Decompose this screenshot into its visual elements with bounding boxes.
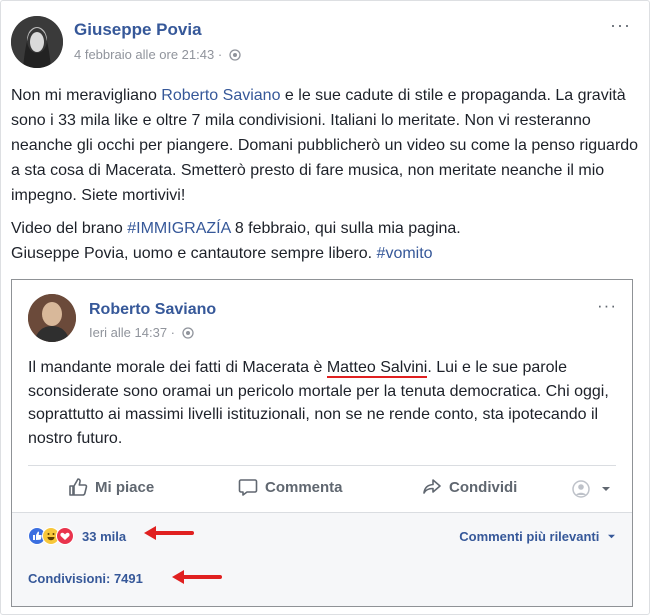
avatar[interactable]: [11, 16, 63, 68]
globe-icon: [229, 49, 241, 64]
hashtag-link[interactable]: #vomito: [377, 245, 433, 262]
post-card: Giuseppe Povia 4 febbraio alle ore 21:43…: [0, 0, 650, 615]
shared-body: Il mandante morale dei fatti di Macerata…: [28, 356, 618, 450]
share-arrow-icon: [422, 477, 442, 497]
comment-label: Commenta: [265, 478, 343, 496]
shares-count[interactable]: Condivisioni: 7491: [28, 571, 143, 586]
chevron-down-icon: [601, 485, 611, 493]
post-author[interactable]: Giuseppe Povia: [74, 20, 202, 40]
reactions-count[interactable]: 33 mila: [82, 529, 126, 544]
post-paragraph-1: Non mi meravigliano Roberto Saviano e le…: [11, 83, 641, 208]
shared-author[interactable]: Roberto Saviano: [89, 301, 216, 319]
thumbs-up-icon: [68, 477, 88, 497]
highlighted-name[interactable]: Matteo Salvini: [326, 359, 428, 378]
share-label: Condividi: [449, 478, 518, 496]
reaction-selector[interactable]: [572, 480, 611, 498]
text: Giuseppe Povia, uomo e cantautore sempre…: [11, 245, 377, 262]
profile-icon: [572, 480, 594, 498]
timestamp-text[interactable]: 4 febbraio alle ore 21:43 ·: [74, 47, 222, 62]
comments-sort-dropdown[interactable]: Commenti più rilevanti: [459, 528, 616, 544]
hashtag-link[interactable]: #IMMIGRAZÍA: [127, 220, 230, 237]
post-paragraph-2: Video del brano #IMMIGRAZÍA 8 febbraio, …: [11, 216, 641, 266]
text: Video del brano: [11, 220, 128, 237]
text: 8 febbraio, qui sulla mia pagina.: [230, 220, 461, 237]
profile-link[interactable]: Roberto Saviano: [161, 87, 280, 104]
post-timestamp[interactable]: 4 febbraio alle ore 21:43 ·: [74, 47, 241, 64]
avatar[interactable]: [28, 294, 76, 342]
post-body: Non mi meravigliano Roberto Saviano e le…: [11, 83, 641, 274]
shared-timestamp[interactable]: Ieri alle 14:37 ·: [89, 325, 194, 342]
shared-post: Roberto Saviano Ieri alle 14:37 · ··· Il…: [11, 279, 633, 607]
like-button[interactable]: Mi piace: [68, 477, 154, 497]
share-button[interactable]: Condividi: [422, 477, 517, 497]
action-bar: Mi piace Commenta Condividi: [12, 468, 632, 508]
red-arrow-icon: [172, 570, 222, 584]
globe-icon: [181, 327, 194, 342]
like-label: Mi piace: [95, 478, 155, 496]
comments-sort-label: Commenti più rilevanti: [459, 529, 600, 544]
red-arrow-icon: [144, 526, 194, 540]
speech-bubble-icon: [238, 477, 258, 497]
love-reaction-icon: [56, 527, 74, 545]
text: Non mi meravigliano: [11, 87, 162, 104]
divider: [28, 465, 616, 466]
comment-button[interactable]: Commenta: [238, 477, 343, 497]
timestamp-text[interactable]: Ieri alle 14:37 ·: [89, 325, 175, 340]
reactions-summary[interactable]: 33 mila: [28, 527, 126, 545]
text: Il mandante morale dei fatti di Macerata…: [28, 359, 327, 376]
chevron-down-icon: [607, 528, 616, 543]
text: e le sue cadute di stile e propaganda. L…: [11, 87, 639, 204]
post-footer: 33 mila Commenti più rilevanti Condivisi…: [12, 513, 632, 606]
more-options-button[interactable]: ···: [597, 296, 617, 316]
more-options-button[interactable]: ···: [610, 15, 631, 36]
